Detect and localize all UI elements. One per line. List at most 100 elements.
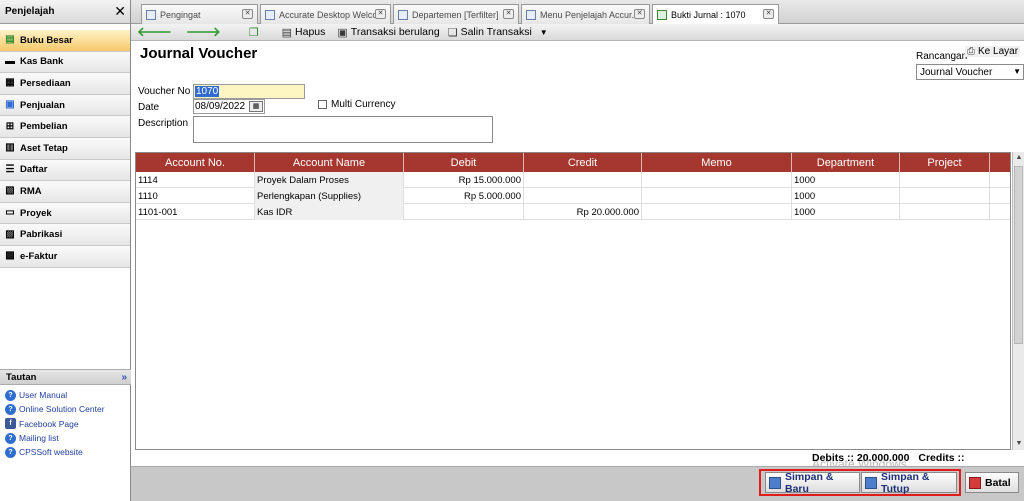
- cell-department[interactable]: 1000: [792, 188, 900, 204]
- cell-memo[interactable]: [642, 188, 792, 204]
- sidebar-close-icon[interactable]: ✕: [114, 3, 126, 20]
- cell-department[interactable]: 1000: [792, 172, 900, 188]
- link-label: Mailing list: [19, 433, 59, 444]
- forward-arrow-icon[interactable]: 🡒: [186, 24, 221, 40]
- link-label: Online Solution Center: [19, 404, 105, 415]
- date-input[interactable]: 08/09/2022 ▦: [193, 99, 265, 114]
- sidebar-title: Penjelajah: [5, 6, 55, 17]
- cell-account-no[interactable]: 1110: [136, 188, 255, 204]
- chevron-down-icon[interactable]: ▼: [540, 28, 548, 37]
- cell-account-name[interactable]: Perlengkapan (Supplies): [255, 188, 404, 204]
- sidebar-item-label: Persediaan: [20, 77, 71, 89]
- tab-close-icon[interactable]: ✕: [375, 9, 386, 19]
- column-header-memo[interactable]: Memo: [642, 153, 792, 172]
- cell-debit[interactable]: Rp 5.000.000: [404, 188, 524, 204]
- sidebar-item-aset-tetap[interactable]: ▥ Aset Tetap: [0, 137, 130, 160]
- cell-credit[interactable]: Rp 20.000.000: [524, 204, 642, 220]
- tab-close-icon[interactable]: ✕: [242, 9, 253, 19]
- cell-memo[interactable]: [642, 172, 792, 188]
- document-icon: [265, 9, 275, 20]
- ke-layar-button[interactable]: ⎙ Ke Layar: [965, 46, 1021, 57]
- cell-credit[interactable]: [524, 172, 642, 188]
- table-row[interactable]: 1114 Proyek Dalam Proses Rp 15.000.000 1…: [136, 172, 1010, 188]
- tab-close-icon[interactable]: ✕: [503, 9, 514, 19]
- cell-account-no[interactable]: 1114: [136, 172, 255, 188]
- scroll-up-icon[interactable]: ▲: [1013, 152, 1024, 164]
- toolbar: 🡐 🡒 ❐ ▤ Hapus ▣ Transaksi berulang ❏ Sal…: [131, 24, 1024, 41]
- calendar-icon[interactable]: ▦: [249, 101, 263, 112]
- collapse-icon[interactable]: »: [121, 372, 127, 383]
- sidebar-item-label: Aset Tetap: [20, 142, 68, 154]
- link-label: Facebook Page: [19, 418, 79, 429]
- cell-project[interactable]: [900, 204, 990, 220]
- cell-debit[interactable]: Rp 15.000.000: [404, 172, 524, 188]
- sidebar-item-proyek[interactable]: ▭ Proyek: [0, 202, 130, 225]
- sidebar-item-persediaan[interactable]: ▦ Persediaan: [0, 73, 130, 95]
- sidebar-item-rma[interactable]: ▧ RMA: [0, 181, 130, 203]
- cell-project[interactable]: [900, 172, 990, 188]
- tautan-header[interactable]: Tautan »: [0, 369, 131, 385]
- sidebar-item-kas-bank[interactable]: ▬ Kas Bank: [0, 51, 130, 74]
- ledger-icon: ▤: [5, 34, 15, 46]
- cell-credit[interactable]: [524, 188, 642, 204]
- column-header-department[interactable]: Department: [792, 153, 900, 172]
- save-buttons-highlight: [759, 469, 961, 496]
- voucher-no-value: 1070: [195, 86, 220, 97]
- rancangan-select[interactable]: Journal Voucher ▼: [916, 64, 1024, 80]
- sidebar-item-penjualan[interactable]: ▣ Penjualan: [0, 94, 130, 117]
- facebook-icon: f: [5, 418, 16, 430]
- cell-department[interactable]: 1000: [792, 204, 900, 220]
- column-header-project[interactable]: Project: [900, 153, 990, 172]
- link-label: CPSSoft website: [19, 447, 83, 458]
- tab-welcome[interactable]: Accurate Desktop Welcome... ✕: [260, 4, 391, 24]
- table-row[interactable]: 1110 Perlengkapan (Supplies) Rp 5.000.00…: [136, 188, 1010, 204]
- hapus-button[interactable]: ▤ Hapus: [282, 26, 326, 39]
- column-header-debit[interactable]: Debit: [404, 153, 524, 172]
- tab-bukti-jurnal[interactable]: Bukti Jurnal : 1070 ✕: [652, 4, 779, 25]
- column-header-account-name[interactable]: Account Name: [255, 153, 404, 172]
- copy-icon[interactable]: ❐: [249, 26, 259, 39]
- multi-currency-checkbox[interactable]: Multi Currency: [318, 99, 395, 110]
- table-row[interactable]: 1101-001 Kas IDR Rp 20.000.000 1000: [136, 204, 1010, 220]
- tab-label: Departemen [Terfilter]: [412, 9, 499, 20]
- link-facebook-page[interactable]: f Facebook Page: [0, 417, 131, 431]
- sidebar-item-pabrikasi[interactable]: ▨ Pabrikasi: [0, 224, 130, 246]
- sidebar-item-e-faktur[interactable]: ▩ e-Faktur: [0, 245, 130, 268]
- sidebar-item-daftar[interactable]: ☰ Daftar: [0, 159, 130, 182]
- cell-debit[interactable]: [404, 204, 524, 220]
- voucher-no-input[interactable]: 1070: [193, 84, 305, 99]
- hapus-label: Hapus: [295, 26, 326, 38]
- cell-account-name[interactable]: Proyek Dalam Proses: [255, 172, 404, 188]
- tab-close-icon[interactable]: ✕: [634, 9, 645, 19]
- tab-label: Menu Penjelajah Accur...: [540, 9, 640, 20]
- ke-layar-label: Ke Layar: [978, 46, 1019, 57]
- link-online-solution-center[interactable]: ? Online Solution Center: [0, 402, 131, 416]
- project-icon: ▭: [5, 207, 15, 219]
- scroll-down-icon[interactable]: ▼: [1013, 438, 1024, 450]
- column-header-account-no[interactable]: Account No.: [136, 153, 255, 172]
- cell-memo[interactable]: [642, 204, 792, 220]
- sidebar-item-buku-besar[interactable]: ▤ Buku Besar: [0, 30, 130, 52]
- scroll-thumb[interactable]: [1014, 166, 1023, 344]
- tab-menu-penjelajah[interactable]: Menu Penjelajah Accur... ✕: [521, 4, 650, 24]
- grid-scrollbar[interactable]: ▲ ▼: [1012, 152, 1024, 450]
- link-cpssoft-website[interactable]: ? CPSSoft website: [0, 445, 131, 459]
- cell-account-no[interactable]: 1101-001: [136, 204, 255, 220]
- link-mailing-list[interactable]: ? Mailing list: [0, 431, 131, 445]
- tab-close-icon[interactable]: ✕: [763, 9, 774, 19]
- cell-project[interactable]: [900, 188, 990, 204]
- sidebar-item-pembelian[interactable]: ⊞ Pembelian: [0, 116, 130, 138]
- column-header-credit[interactable]: Credit: [524, 153, 642, 172]
- tab-departemen[interactable]: Departemen [Terfilter] ✕: [393, 4, 519, 24]
- back-arrow-icon[interactable]: 🡐: [137, 24, 172, 40]
- transaksi-berulang-button[interactable]: ▣ Transaksi berulang: [337, 26, 439, 39]
- journal-grid: Account No. Account Name Debit Credit Me…: [135, 152, 1011, 450]
- tab-pengingat[interactable]: Pengingat ✕: [141, 4, 258, 24]
- list-icon: ☰: [5, 163, 15, 175]
- description-input[interactable]: [193, 116, 493, 143]
- cell-account-name[interactable]: Kas IDR: [255, 204, 404, 220]
- batal-button[interactable]: Batal: [965, 472, 1019, 493]
- link-user-manual[interactable]: ? User Manual: [0, 388, 131, 402]
- salin-transaksi-button[interactable]: ❏ Salin Transaksi: [448, 26, 532, 39]
- printer-icon: ⎙: [967, 46, 975, 57]
